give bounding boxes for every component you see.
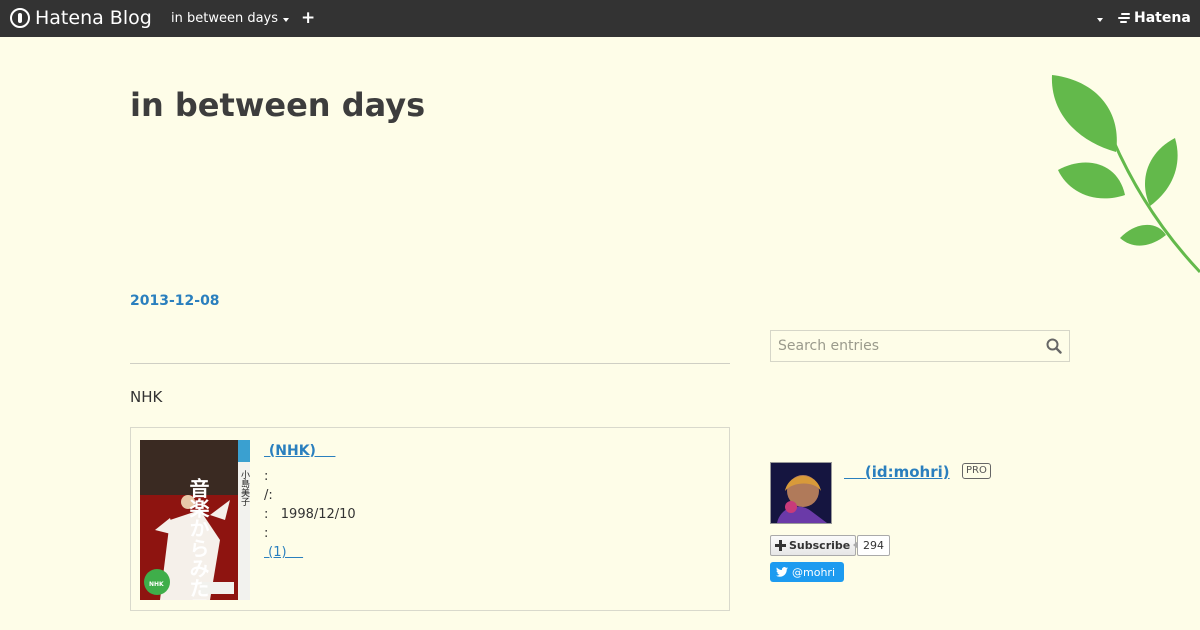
entry-divider bbox=[130, 363, 730, 364]
blog-switcher-menu[interactable]: in between days bbox=[171, 11, 290, 26]
entry-body-text: NHK bbox=[130, 388, 163, 406]
plus-icon bbox=[775, 540, 786, 551]
search-icon[interactable] bbox=[1046, 338, 1062, 354]
cover-title: 音楽からみた日本人 bbox=[186, 477, 210, 600]
hatena-blog-logo-icon bbox=[10, 8, 30, 28]
product-publisher-line: /: bbox=[264, 488, 273, 503]
product-author-line: : bbox=[264, 469, 269, 484]
leaf-decoration-icon bbox=[1051, 75, 1200, 274]
product-media-line: : bbox=[264, 526, 269, 541]
plus-icon: + bbox=[301, 8, 316, 28]
subscribe-label: Subscribe bbox=[789, 539, 851, 552]
search-form bbox=[770, 330, 1070, 362]
blog-switcher-label: in between days bbox=[171, 11, 279, 26]
search-input[interactable] bbox=[776, 337, 1040, 355]
global-header: Hatena Blog in between days + Hatena bbox=[0, 0, 1200, 37]
subscribe-button[interactable]: Subscribe bbox=[770, 535, 857, 556]
subscriber-count: 294 bbox=[853, 535, 890, 556]
hatena-home-link[interactable]: Hatena bbox=[1118, 10, 1191, 26]
profile-name-link[interactable]: (id:mohri) bbox=[844, 463, 950, 481]
hatena-blog-logo[interactable]: Hatena Blog bbox=[10, 7, 152, 29]
book-cover-image[interactable]: 音楽からみた日本人 小島美子 NHK bbox=[140, 440, 250, 600]
chevron-down-icon bbox=[283, 17, 290, 22]
hatena-label: Hatena bbox=[1134, 10, 1191, 26]
product-card: 音楽からみた日本人 小島美子 NHK (NHK) : /: : 1998/12/… bbox=[130, 427, 730, 611]
blog-title[interactable]: in between days bbox=[130, 86, 425, 124]
cover-author: 小島美子 bbox=[239, 470, 250, 506]
new-entry-button[interactable]: + bbox=[301, 8, 315, 28]
twitter-handle: @mohri bbox=[792, 565, 835, 579]
product-title-link[interactable]: (NHK) bbox=[264, 443, 335, 459]
product-item-link[interactable]: (1) bbox=[264, 545, 303, 560]
hatena-logo-icon bbox=[1118, 13, 1131, 23]
twitter-bird-icon bbox=[776, 567, 788, 577]
cover-series: NHK bbox=[149, 581, 164, 588]
product-release-date: : 1998/12/10 bbox=[264, 507, 356, 522]
profile-avatar[interactable] bbox=[770, 462, 832, 524]
logo-text: Hatena Blog bbox=[35, 7, 152, 29]
pro-badge: PRO bbox=[962, 463, 991, 479]
entry-date-link[interactable]: 2013-12-08 bbox=[130, 293, 220, 309]
twitter-follow-button[interactable]: @mohri bbox=[770, 562, 844, 582]
user-menu-dropdown-icon[interactable] bbox=[1097, 18, 1103, 22]
